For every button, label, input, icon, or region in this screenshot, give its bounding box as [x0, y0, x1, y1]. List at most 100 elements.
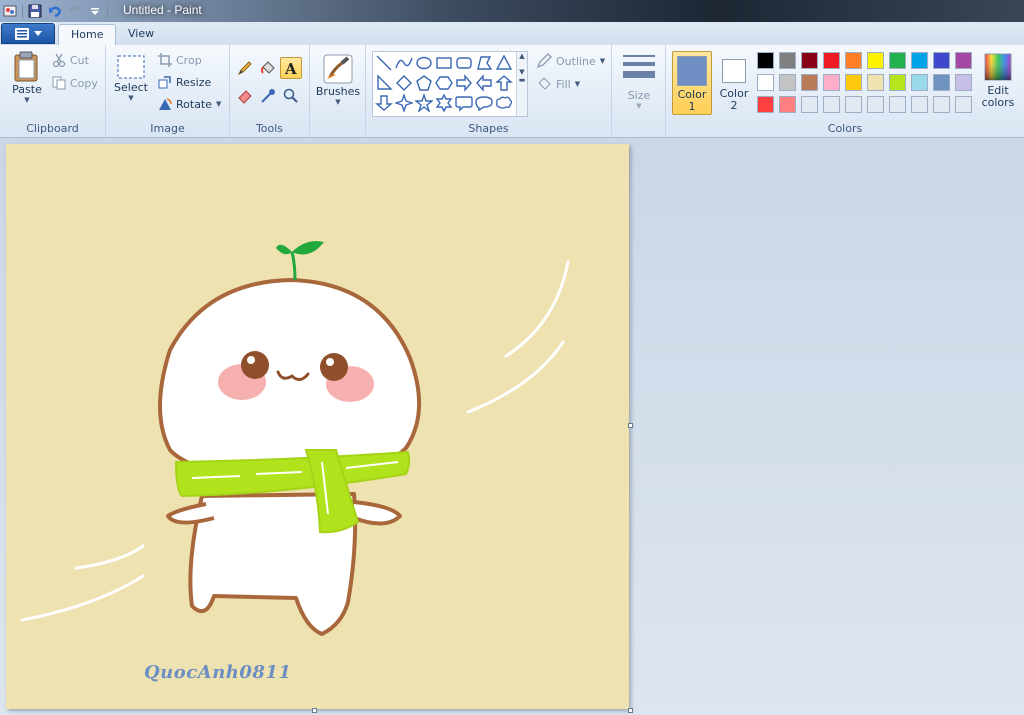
pentagon-icon [416, 75, 432, 91]
palette-swatch[interactable] [867, 96, 884, 113]
palette-swatch[interactable] [779, 52, 796, 69]
rotate-button[interactable]: Rotate ▼ [158, 97, 221, 111]
palette-swatch[interactable] [933, 74, 950, 91]
palette-swatch[interactable] [823, 96, 840, 113]
magnifier-tool[interactable] [280, 85, 302, 107]
brushes-button[interactable]: Brushes ▼ [316, 53, 360, 106]
rectangle-shape[interactable] [434, 53, 454, 73]
palette-swatch[interactable] [955, 52, 972, 69]
color-1-button[interactable]: Color 1 [672, 51, 712, 115]
palette-swatch[interactable] [845, 96, 862, 113]
palette-swatch[interactable] [911, 96, 928, 113]
size-button[interactable]: Size ▼ [620, 53, 658, 110]
palette-swatch[interactable] [757, 74, 774, 91]
edit-colors-button[interactable]: Edit colors [978, 53, 1018, 109]
five-point-star-shape[interactable] [414, 93, 434, 113]
undo-icon[interactable] [47, 3, 63, 19]
palette-swatch[interactable] [889, 52, 906, 69]
palette-swatch[interactable] [779, 74, 796, 91]
outline-button[interactable]: Outline ▼ [536, 53, 605, 69]
palette-swatch[interactable] [889, 96, 906, 113]
chevron-down-icon[interactable]: ▼ [335, 98, 340, 106]
customize-toolbar-icon[interactable] [87, 3, 103, 19]
pencil-tool[interactable] [234, 57, 256, 79]
oval-callout-shape[interactable] [474, 93, 494, 113]
paste-button[interactable]: Paste ▼ [10, 51, 44, 104]
color-2-swatch [722, 59, 746, 83]
curve-shape[interactable] [394, 53, 414, 73]
chevron-down-icon[interactable]: ▼ [575, 80, 580, 88]
left-arrow-shape[interactable] [474, 73, 494, 93]
canvas-workspace: QuocAnh0811 [0, 138, 1024, 715]
palette-swatch[interactable] [779, 96, 796, 113]
tab-home[interactable]: Home [58, 24, 117, 47]
paint-menu-button[interactable] [1, 23, 55, 44]
palette-swatch[interactable] [757, 52, 774, 69]
triangle-shape[interactable] [494, 53, 514, 73]
paste-label: Paste [12, 83, 42, 96]
four-point-star-shape[interactable] [394, 93, 414, 113]
palette-swatch[interactable] [867, 74, 884, 91]
palette-swatch[interactable] [955, 74, 972, 91]
palette-swatch[interactable] [955, 96, 972, 113]
redo-icon[interactable] [67, 3, 83, 19]
palette-swatch[interactable] [801, 96, 818, 113]
chevron-down-icon[interactable]: ▼ [24, 96, 29, 104]
palette-swatch[interactable] [823, 52, 840, 69]
chevron-down-icon[interactable]: ▼ [216, 100, 221, 108]
line-shape[interactable] [374, 53, 394, 73]
resize-button[interactable]: Resize [158, 75, 211, 89]
down-arrow-shape[interactable] [374, 93, 394, 113]
right-arrow-shape[interactable] [454, 73, 474, 93]
palette-swatch[interactable] [845, 74, 862, 91]
pentagon-shape[interactable] [414, 73, 434, 93]
polygon-icon [477, 56, 493, 70]
diamond-shape[interactable] [394, 73, 414, 93]
palette-swatch[interactable] [911, 52, 928, 69]
palette-swatch[interactable] [889, 74, 906, 91]
select-button[interactable]: Select ▼ [114, 53, 148, 102]
resize-handle-bottom[interactable] [312, 708, 317, 713]
eraser-tool[interactable] [234, 85, 256, 107]
chevron-down-icon[interactable]: ▼ [600, 57, 605, 65]
resize-handle-right[interactable] [628, 423, 633, 428]
rounded-rectangle-shape[interactable] [454, 53, 474, 73]
chevron-down-icon[interactable]: ▼ [636, 102, 641, 110]
fill-tool[interactable] [257, 57, 279, 79]
six-point-star-shape[interactable] [434, 93, 454, 113]
hexagon-shape[interactable] [434, 73, 454, 93]
color-1-number: 1 [688, 100, 696, 113]
up-arrow-shape[interactable] [494, 73, 514, 93]
paint-app-icon[interactable] [2, 3, 18, 19]
palette-swatch[interactable] [867, 52, 884, 69]
crop-icon [158, 53, 172, 67]
polygon-shape[interactable] [474, 53, 494, 73]
cut-button[interactable]: Cut [52, 53, 89, 67]
copy-button[interactable]: Copy [52, 76, 98, 90]
palette-swatch[interactable] [911, 74, 928, 91]
tab-view[interactable]: View [116, 24, 166, 46]
crop-button[interactable]: Crop [158, 53, 202, 67]
fill-button[interactable]: Fill ▼ [536, 76, 580, 92]
right-triangle-shape[interactable] [374, 73, 394, 93]
palette-swatch[interactable] [801, 74, 818, 91]
rounded-callout-shape[interactable] [454, 93, 474, 113]
oval-shape[interactable] [414, 53, 434, 73]
palette-swatch[interactable] [933, 96, 950, 113]
color-picker-icon [261, 89, 275, 103]
color-picker-tool[interactable] [257, 85, 279, 107]
palette-swatch[interactable] [801, 52, 818, 69]
palette-swatch[interactable] [823, 74, 840, 91]
size-group: Size ▼ [612, 45, 666, 138]
resize-handle-corner[interactable] [628, 708, 633, 713]
save-icon[interactable] [27, 3, 43, 19]
chevron-down-icon[interactable]: ▼ [128, 94, 133, 102]
shapes-scrollbar[interactable]: ▲ ▼ ▬ [516, 52, 527, 116]
drawing-canvas[interactable]: QuocAnh0811 [6, 144, 629, 709]
text-tool[interactable]: A [280, 57, 302, 79]
color-2-button[interactable]: Color 2 [714, 51, 754, 115]
palette-swatch[interactable] [933, 52, 950, 69]
palette-swatch[interactable] [757, 96, 774, 113]
palette-swatch[interactable] [845, 52, 862, 69]
cloud-callout-shape[interactable] [494, 93, 514, 113]
